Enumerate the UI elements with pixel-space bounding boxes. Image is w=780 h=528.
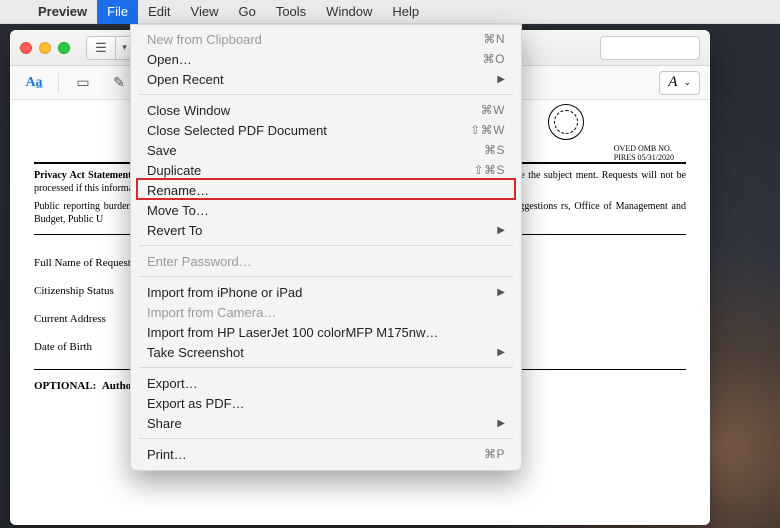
menu-item-shortcut: ⌘N bbox=[483, 32, 505, 46]
menu-item-import-from-hp-laserjet-100-colormfp-m175nw[interactable]: Import from HP LaserJet 100 colorMFP M17… bbox=[131, 322, 521, 342]
submenu-arrow-icon: ▶ bbox=[497, 74, 505, 85]
menu-item-label: Close Selected PDF Document bbox=[147, 123, 327, 138]
menu-item-label: Enter Password… bbox=[147, 254, 252, 269]
sidebar-icon: ☰ bbox=[95, 40, 107, 56]
menu-item-export-as-pdf[interactable]: Export as PDF… bbox=[131, 393, 521, 413]
chevron-down-icon: ⌄ bbox=[683, 77, 691, 88]
menu-item-import-from-camera: Import from Camera… bbox=[131, 302, 521, 322]
menu-item-label: Import from iPhone or iPad bbox=[147, 285, 302, 300]
menu-item-label: Import from HP LaserJet 100 colorMFP M17… bbox=[147, 325, 438, 340]
menu-item-shortcut: ⌘S bbox=[484, 143, 505, 157]
zoom-window-button[interactable] bbox=[58, 42, 70, 54]
menu-item-export[interactable]: Export… bbox=[131, 373, 521, 393]
menubar-tools[interactable]: Tools bbox=[266, 0, 316, 24]
search-field[interactable] bbox=[600, 36, 700, 60]
menu-item-label: Save bbox=[147, 143, 177, 158]
text-selection-tool[interactable]: Aa̲ bbox=[20, 71, 48, 95]
close-window-button[interactable] bbox=[20, 42, 32, 54]
menu-item-label: Print… bbox=[147, 447, 187, 462]
menu-item-move-to[interactable]: Move To… bbox=[131, 200, 521, 220]
submenu-arrow-icon: ▶ bbox=[497, 347, 505, 358]
submenu-arrow-icon: ▶ bbox=[497, 225, 505, 236]
font-style-picker[interactable]: A ⌄ bbox=[659, 71, 700, 95]
menu-item-label: New from Clipboard bbox=[147, 32, 262, 47]
menu-separator bbox=[139, 438, 513, 439]
menu-item-label: Revert To bbox=[147, 223, 202, 238]
omb-approval-text: OVED OMB NO. PIRES 05/31/2020 bbox=[614, 144, 674, 162]
menu-item-label: Export… bbox=[147, 376, 198, 391]
menu-item-take-screenshot[interactable]: Take Screenshot ▶ bbox=[131, 342, 521, 362]
menu-item-label: Take Screenshot bbox=[147, 345, 244, 360]
menu-item-label: Open… bbox=[147, 52, 192, 67]
menu-item-close-selected-pdf-document[interactable]: Close Selected PDF Document ⇧⌘W bbox=[131, 120, 521, 140]
menu-item-share[interactable]: Share ▶ bbox=[131, 413, 521, 433]
menu-separator bbox=[139, 94, 513, 95]
menu-item-shortcut: ⇧⌘W bbox=[470, 123, 505, 137]
toolbar-separator bbox=[58, 73, 59, 93]
menu-item-save[interactable]: Save ⌘S bbox=[131, 140, 521, 160]
minimize-window-button[interactable] bbox=[39, 42, 51, 54]
pencil-icon: ✎ bbox=[113, 74, 125, 91]
menu-item-label: Close Window bbox=[147, 103, 230, 118]
menu-item-label: Share bbox=[147, 416, 182, 431]
menu-item-label: Rename… bbox=[147, 183, 209, 198]
menu-item-label: Open Recent bbox=[147, 72, 224, 87]
sidebar-toggle-button[interactable]: ☰ bbox=[86, 36, 116, 60]
menu-item-label: Import from Camera… bbox=[147, 305, 276, 320]
chevron-down-icon: ▾ bbox=[122, 42, 127, 53]
menu-item-duplicate[interactable]: Duplicate ⇧⌘S bbox=[131, 160, 521, 180]
rect-select-tool[interactable]: ▭ bbox=[69, 71, 97, 95]
menu-item-open-recent[interactable]: Open Recent ▶ bbox=[131, 69, 521, 89]
menubar-help[interactable]: Help bbox=[382, 0, 429, 24]
view-mode-segment: ☰ ▾ bbox=[86, 36, 134, 60]
menu-item-close-window[interactable]: Close Window ⌘W bbox=[131, 100, 521, 120]
menubar-go[interactable]: Go bbox=[228, 0, 265, 24]
menubar-view[interactable]: View bbox=[181, 0, 229, 24]
menubar-window[interactable]: Window bbox=[316, 0, 382, 24]
menu-item-label: Duplicate bbox=[147, 163, 201, 178]
menu-separator bbox=[139, 367, 513, 368]
menubar-file[interactable]: File bbox=[97, 0, 138, 24]
sketch-tool[interactable]: ✎ bbox=[105, 71, 133, 95]
menu-item-shortcut: ⇧⌘S bbox=[473, 163, 505, 177]
menu-item-rename[interactable]: Rename… bbox=[131, 180, 521, 200]
file-menu-dropdown: New from Clipboard ⌘N Open… ⌘O Open Recent ▶ C… bbox=[130, 24, 522, 471]
menu-item-new-from-clipboard: New from Clipboard ⌘N bbox=[131, 29, 521, 49]
submenu-arrow-icon: ▶ bbox=[497, 287, 505, 298]
menu-item-label: Export as PDF… bbox=[147, 396, 245, 411]
menubar: Preview File Edit View Go Tools Window H… bbox=[0, 0, 780, 24]
menu-item-shortcut: ⌘P bbox=[484, 447, 505, 461]
menu-item-shortcut: ⌘O bbox=[483, 52, 505, 66]
rect-select-icon: ▭ bbox=[76, 74, 89, 91]
menu-separator bbox=[139, 245, 513, 246]
submenu-arrow-icon: ▶ bbox=[497, 418, 505, 429]
menubar-edit[interactable]: Edit bbox=[138, 0, 180, 24]
menu-item-import-from-iphone-or-ipad[interactable]: Import from iPhone or iPad ▶ bbox=[131, 282, 521, 302]
agency-seal-icon bbox=[548, 104, 584, 140]
menu-item-enter-password: Enter Password… bbox=[131, 251, 521, 271]
menu-item-label: Move To… bbox=[147, 203, 209, 218]
menu-separator bbox=[139, 276, 513, 277]
font-sample-label: A bbox=[668, 74, 677, 91]
traffic-lights bbox=[20, 42, 70, 54]
menu-item-print[interactable]: Print… ⌘P bbox=[131, 444, 521, 464]
menu-item-open[interactable]: Open… ⌘O bbox=[131, 49, 521, 69]
menubar-app[interactable]: Preview bbox=[28, 0, 97, 24]
menu-item-revert-to[interactable]: Revert To ▶ bbox=[131, 220, 521, 240]
menu-item-shortcut: ⌘W bbox=[481, 103, 505, 117]
